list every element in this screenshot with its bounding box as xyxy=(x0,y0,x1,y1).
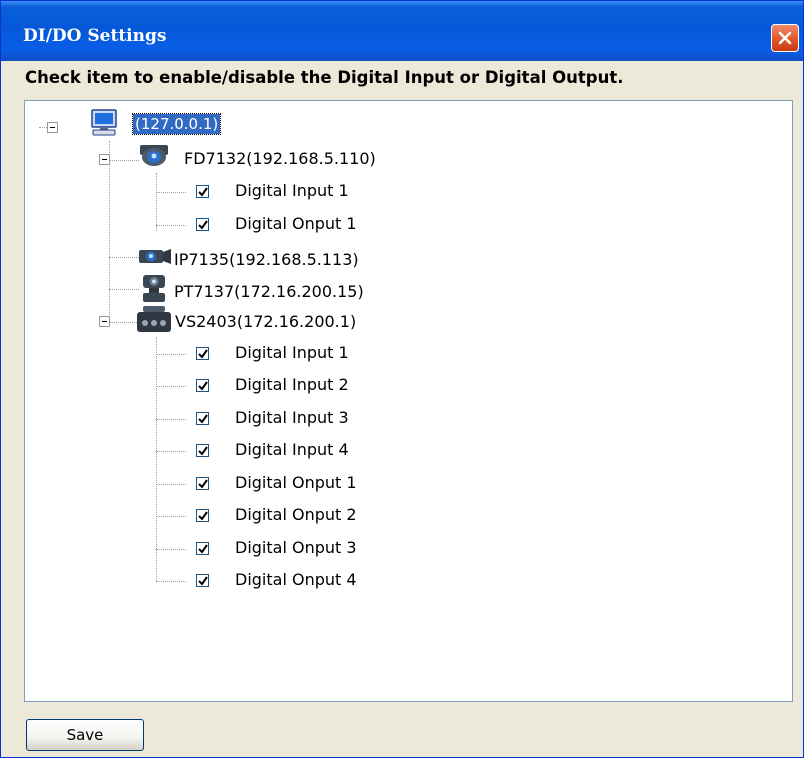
checkbox-vs2403-di1[interactable] xyxy=(196,347,209,360)
item-label[interactable]: Digital Onput 1 xyxy=(235,214,357,234)
checkmark-icon xyxy=(198,349,208,359)
video-server-icon xyxy=(137,306,171,332)
checkmark-icon xyxy=(198,220,208,230)
dome-camera-icon xyxy=(140,145,168,166)
tree-root-label: (127.0.0.1) xyxy=(131,113,222,135)
checkbox-vs2403-do3[interactable] xyxy=(196,542,209,555)
checkmark-icon xyxy=(198,544,208,554)
checkbox-vs2403-di4[interactable] xyxy=(196,444,209,457)
device-fd7132-collapse-toggle[interactable] xyxy=(99,154,110,165)
device-tree[interactable]: (127.0.0.1) FD7132(192.168.5.110) Digita… xyxy=(24,100,793,702)
di-do-settings-dialog: DI/DO Settings Check item to enable/disa… xyxy=(0,0,804,758)
device-label: PT7137(172.16.200.15) xyxy=(174,282,364,301)
save-button[interactable]: Save xyxy=(26,719,144,751)
instruction-text: Check item to enable/disable the Digital… xyxy=(25,68,624,87)
device-label: VS2403(172.16.200.1) xyxy=(175,312,357,331)
checkbox-vs2403-do2[interactable] xyxy=(196,509,209,522)
ptz-camera-icon xyxy=(143,275,165,302)
checkbox-vs2403-do4[interactable] xyxy=(196,574,209,587)
checkmark-icon xyxy=(198,511,208,521)
item-label[interactable]: Digital Input 3 xyxy=(235,408,349,428)
item-label[interactable]: Digital Input 1 xyxy=(235,343,349,363)
box-camera-icon xyxy=(139,249,171,264)
item-label[interactable]: Digital Input 2 xyxy=(235,375,349,395)
close-icon xyxy=(778,31,792,45)
root-collapse-toggle[interactable] xyxy=(47,122,58,133)
checkmark-icon xyxy=(198,414,208,424)
computer-icon xyxy=(91,109,117,136)
checkbox-fd7132-di1[interactable] xyxy=(196,185,209,198)
item-label[interactable]: Digital Input 4 xyxy=(235,440,349,460)
checkbox-vs2403-do1[interactable] xyxy=(196,477,209,490)
device-label: IP7135(192.168.5.113) xyxy=(174,250,359,269)
checkmark-icon xyxy=(198,576,208,586)
title-bar[interactable]: DI/DO Settings xyxy=(1,1,803,61)
item-label[interactable]: Digital Input 1 xyxy=(235,181,349,201)
device-label: FD7132(192.168.5.110) xyxy=(184,149,376,168)
item-label[interactable]: Digital Onput 4 xyxy=(235,570,357,590)
checkbox-vs2403-di2[interactable] xyxy=(196,379,209,392)
item-label[interactable]: Digital Onput 3 xyxy=(235,538,357,558)
checkmark-icon xyxy=(198,381,208,391)
checkmark-icon xyxy=(198,446,208,456)
window-title: DI/DO Settings xyxy=(23,26,167,46)
close-button[interactable] xyxy=(771,24,799,52)
checkmark-icon xyxy=(198,479,208,489)
item-label[interactable]: Digital Onput 1 xyxy=(235,473,357,493)
device-vs2403-collapse-toggle[interactable] xyxy=(99,316,110,327)
checkbox-vs2403-di3[interactable] xyxy=(196,412,209,425)
checkmark-icon xyxy=(198,187,208,197)
checkbox-fd7132-do1[interactable] xyxy=(196,218,209,231)
item-label[interactable]: Digital Onput 2 xyxy=(235,505,357,525)
